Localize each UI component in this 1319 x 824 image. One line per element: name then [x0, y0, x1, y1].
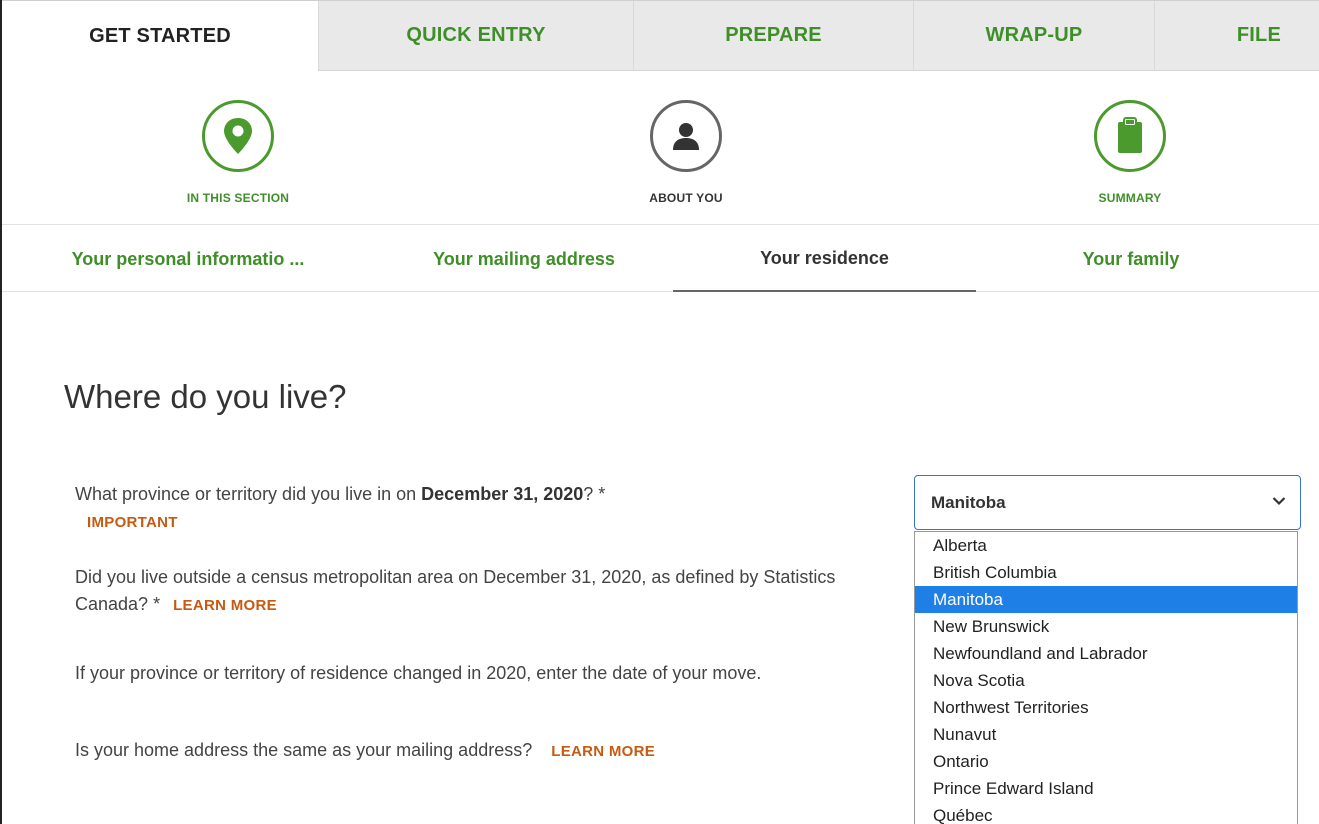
learn-more-home-address-link[interactable]: LEARN MORE — [551, 743, 655, 760]
option-ontario[interactable]: Ontario — [915, 748, 1297, 775]
tab-quick-entry[interactable]: QUICK ENTRY — [318, 1, 633, 71]
option-british-columbia[interactable]: British Columbia — [915, 559, 1297, 586]
option-new-brunswick[interactable]: New Brunswick — [915, 613, 1297, 640]
province-select[interactable]: Manitoba — [914, 475, 1301, 530]
step-in-this-section[interactable]: IN THIS SECTION — [138, 100, 338, 205]
person-icon — [673, 123, 699, 150]
subnav-your-family[interactable]: Your family — [976, 226, 1286, 292]
province-dropdown-list: Alberta British Columbia Manitoba New Br… — [914, 531, 1298, 824]
select-value: Manitoba — [931, 492, 1006, 512]
tab-file[interactable]: FILE — [1154, 1, 1319, 71]
question-move-date: If your province or territory of residen… — [75, 663, 762, 683]
clipboard-icon — [1118, 117, 1142, 153]
important-link[interactable]: IMPORTANT — [87, 514, 178, 531]
option-nova-scotia[interactable]: Nova Scotia — [915, 667, 1297, 694]
section-steps: IN THIS SECTION ABOUT YOU SUMMARY — [2, 70, 1319, 225]
subnav-mailing-address[interactable]: Your mailing address — [374, 226, 674, 292]
map-pin-icon — [224, 118, 252, 154]
tab-get-started[interactable]: GET STARTED — [2, 1, 318, 71]
tab-prepare[interactable]: PREPARE — [633, 1, 913, 71]
step-label: IN THIS SECTION — [186, 191, 290, 205]
main-tabs: GET STARTED QUICK ENTRY PREPARE WRAP-UP … — [2, 0, 1319, 71]
step-summary[interactable]: SUMMARY — [1030, 100, 1230, 205]
step-label: ABOUT YOU — [649, 191, 723, 205]
subnav-personal-information[interactable]: Your personal informatio ... — [2, 226, 374, 292]
tab-wrap-up[interactable]: WRAP-UP — [913, 1, 1154, 71]
question-census-area: Did you live outside a census metropolit… — [75, 567, 836, 614]
question-home-address: Is your home address the same as your ma… — [75, 740, 656, 760]
option-nunavut[interactable]: Nunavut — [915, 721, 1297, 748]
option-prince-edward-island[interactable]: Prince Edward Island — [915, 775, 1297, 802]
step-about-you[interactable]: ABOUT YOU — [586, 100, 786, 205]
option-quebec[interactable]: Québec — [915, 802, 1297, 824]
option-newfoundland-labrador[interactable]: Newfoundland and Labrador — [915, 640, 1297, 667]
option-manitoba[interactable]: Manitoba — [915, 586, 1297, 613]
page-title: Where do you live? — [64, 378, 347, 415]
sub-navigation: Your personal informatio ... Your mailin… — [2, 226, 1319, 292]
subnav-your-residence[interactable]: Your residence — [673, 226, 976, 292]
option-northwest-territories[interactable]: Northwest Territories — [915, 694, 1297, 721]
step-label: SUMMARY — [1098, 191, 1162, 205]
question-province: What province or territory did you live … — [75, 484, 606, 531]
chevron-down-icon — [1272, 497, 1286, 506]
option-alberta[interactable]: Alberta — [915, 532, 1297, 559]
learn-more-census-link[interactable]: LEARN MORE — [173, 597, 277, 614]
